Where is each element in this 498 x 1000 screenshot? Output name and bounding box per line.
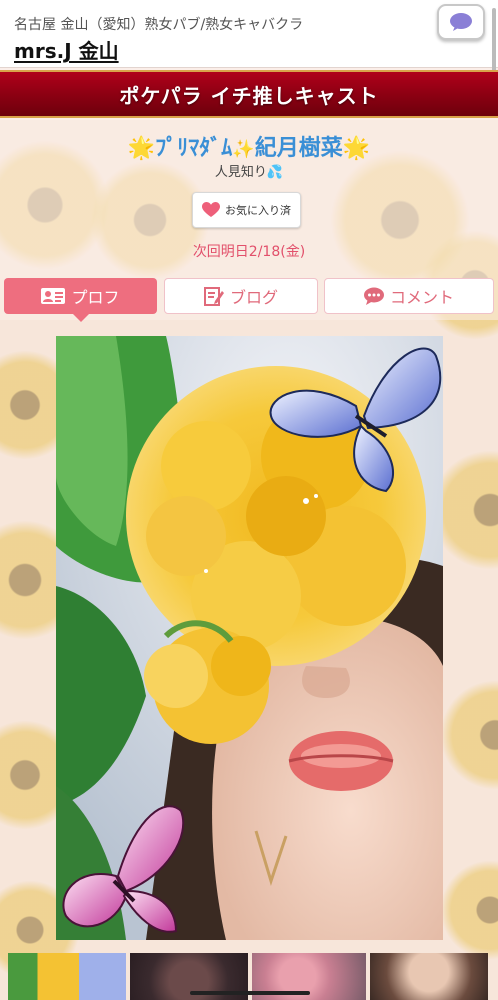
thumbnail[interactable]: [370, 953, 488, 1000]
shop-name-link[interactable]: mrs.J 金山: [14, 35, 119, 64]
chat-icon: [363, 287, 384, 305]
thumbnail[interactable]: [8, 953, 126, 1000]
next-shift-date: 次回明日2/18(金): [192, 244, 306, 260]
cast-name-text: 紀月樹菜: [254, 136, 343, 161]
tab-comment[interactable]: コメント: [324, 278, 494, 314]
cast-title-prefix: ﾌﾟﾘﾏﾀﾞﾑ: [155, 136, 233, 161]
sparkle-icon: ✨: [232, 139, 255, 160]
favorite-label: お気に入り済: [225, 204, 291, 217]
cast-name: 🌟ﾌﾟﾘﾏﾀﾞﾑ✨紀月樹菜🌟: [0, 130, 498, 162]
home-indicator: [190, 991, 310, 995]
star-icon: 🌟: [127, 136, 156, 161]
tagline-text: 人見知り: [214, 165, 267, 180]
tab-comment-label: コメント: [389, 288, 454, 307]
tab-blog[interactable]: ブログ: [164, 278, 318, 314]
edit-icon: [203, 287, 224, 306]
featured-cast-banner: ポケパラ イチ推しキャスト: [0, 70, 498, 118]
chat-button[interactable]: [437, 4, 485, 40]
banner-title: ポケパラ イチ推しキャスト: [119, 83, 379, 108]
heart-icon: [202, 202, 220, 217]
cast-photo[interactable]: [56, 336, 443, 940]
speech-bubble-icon: [450, 13, 472, 31]
cast-tagline: 人見知り💦: [0, 161, 498, 180]
tab-profile-label: プロフ: [71, 288, 120, 307]
site-header: 名古屋 金山（愛知）熟女パブ/熟女キャバクラ mrs.J 金山: [0, 0, 498, 68]
tab-profile[interactable]: プロフ: [4, 278, 157, 322]
sweat-drops-icon: 💦: [266, 165, 284, 180]
shop-category: 名古屋 金山（愛知）熟女パブ/熟女キャバクラ: [14, 17, 304, 33]
profile-card-icon: [41, 288, 66, 304]
star-icon: 🌟: [342, 136, 371, 161]
tab-blog-label: ブログ: [229, 288, 278, 307]
favorite-button[interactable]: お気に入り済: [192, 192, 301, 228]
